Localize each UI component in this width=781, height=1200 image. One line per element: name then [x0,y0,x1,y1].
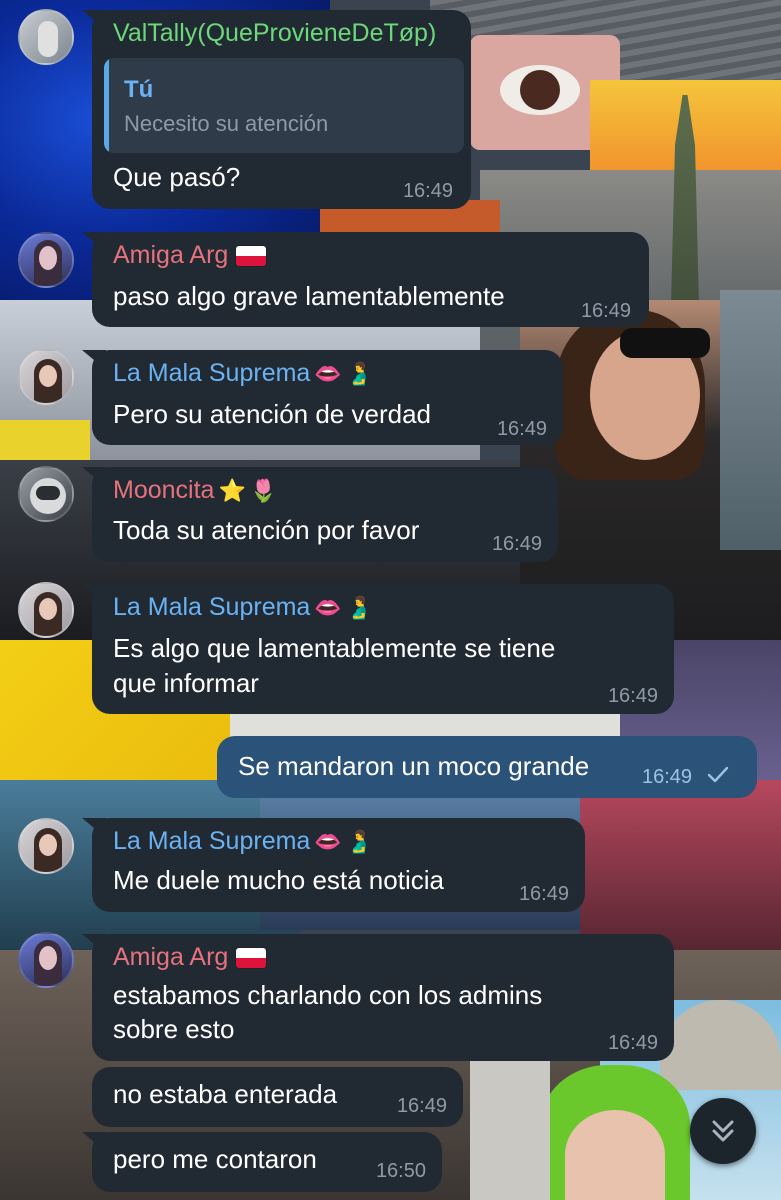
message-time: 16:49 [607,685,658,707]
sender-name[interactable]: La Mala Suprema 👄 🫃 [113,593,373,622]
message-text: pero me contaron [113,1144,317,1174]
message-text: no estaba enterada [113,1079,338,1109]
avatar[interactable] [18,582,74,638]
message-time: 16:49 [496,418,547,440]
lips-icon: 👄 [314,360,342,386]
avatar[interactable] [18,349,74,405]
lips-icon: 👄 [314,828,342,854]
message-bubble[interactable]: no estaba enterada 16:49 [92,1067,463,1127]
message-bubble[interactable]: ValTally(QueProvieneDeTøp) Tú Necesito s… [92,10,471,209]
reply-quote-text: Necesito su atención [124,111,329,136]
message-bubble[interactable]: Amiga Arg estabamos charlando con los ad… [92,934,674,1061]
message-time: 16:49 [402,180,453,202]
message-bubble[interactable]: Se mandaron un moco grande 16:49 [217,736,757,798]
avatar[interactable] [18,932,74,988]
message-time: 16:49 [518,883,569,905]
tulip-icon: 🌷 [249,477,278,503]
sender-name[interactable]: Mooncita ⭐ 🌷 [113,476,277,505]
message-bubble[interactable]: La Mala Suprema 👄 🫃 Es algo que lamentab… [92,584,674,714]
sender-name-text: Amiga Arg [113,241,229,269]
reply-quote-bar [104,58,109,153]
scroll-to-bottom-button[interactable] [690,1098,756,1164]
message-text: Me duele mucho está noticia [113,865,444,895]
message-text: Que pasó? [113,162,241,192]
sender-name[interactable]: La Mala Suprema 👄 🫃 [113,359,373,388]
check-icon [707,766,729,783]
message-time: 16:49 [396,1095,447,1117]
double-chevron-down-icon [712,1120,734,1142]
flag-poland-icon [236,245,267,266]
message-time: 16:49 [642,766,693,788]
message-time: 16:50 [375,1160,426,1182]
pregnant-man-icon: 🫃 [345,594,374,620]
avatar[interactable] [18,232,74,288]
message-text-line: sobre esto [113,1014,235,1044]
avatar[interactable] [18,818,74,874]
pregnant-man-icon: 🫃 [345,360,374,386]
sender-name-text: Amiga Arg [113,943,229,971]
message-bubble[interactable]: pero me contaron 16:50 [92,1132,442,1192]
message-text: Pero su atención de verdad [113,399,431,429]
sender-name[interactable]: Amiga Arg [113,943,267,972]
message-time: 16:49 [580,300,631,322]
message-text: Toda su atención por favor [113,515,420,545]
message-bubble[interactable]: Mooncita ⭐ 🌷 Toda su atención por favor … [92,467,558,562]
sender-name[interactable]: ValTally(QueProvieneDeTøp) [113,19,436,48]
message-text-line: Es algo que lamentablemente se tiene [113,633,556,663]
avatar[interactable] [18,9,74,65]
message-text-line: estabamos charlando con los admins [113,980,543,1010]
reply-quote[interactable]: Tú Necesito su atención [104,58,464,153]
sender-name[interactable]: La Mala Suprema 👄 🫃 [113,827,373,856]
sender-name-text: La Mala Suprema [113,359,311,387]
flag-poland-icon [236,947,267,968]
avatar[interactable] [18,466,74,522]
message-text: Se mandaron un moco grande [238,751,590,781]
sender-name[interactable]: Amiga Arg [113,241,267,270]
message-time: 16:49 [491,533,542,555]
message-bubble[interactable]: La Mala Suprema 👄 🫃 Me duele mucho está … [92,818,585,912]
reply-quote-name: Tú [124,76,154,103]
sender-name-text: Mooncita [113,476,215,504]
sender-name-text: La Mala Suprema [113,827,311,855]
message-bubble[interactable]: Amiga Arg paso algo grave lamentablement… [92,232,649,327]
message-text: paso algo grave lamentablemente [113,281,505,311]
message-text-line: que informar [113,668,259,698]
pregnant-man-icon: 🫃 [345,828,374,854]
message-time: 16:49 [607,1032,658,1054]
star-icon: ⭐ [218,477,246,503]
sender-name-text: La Mala Suprema [113,593,311,621]
message-bubble[interactable]: La Mala Suprema 👄 🫃 Pero su atención de … [92,350,563,445]
lips-icon: 👄 [314,594,342,620]
